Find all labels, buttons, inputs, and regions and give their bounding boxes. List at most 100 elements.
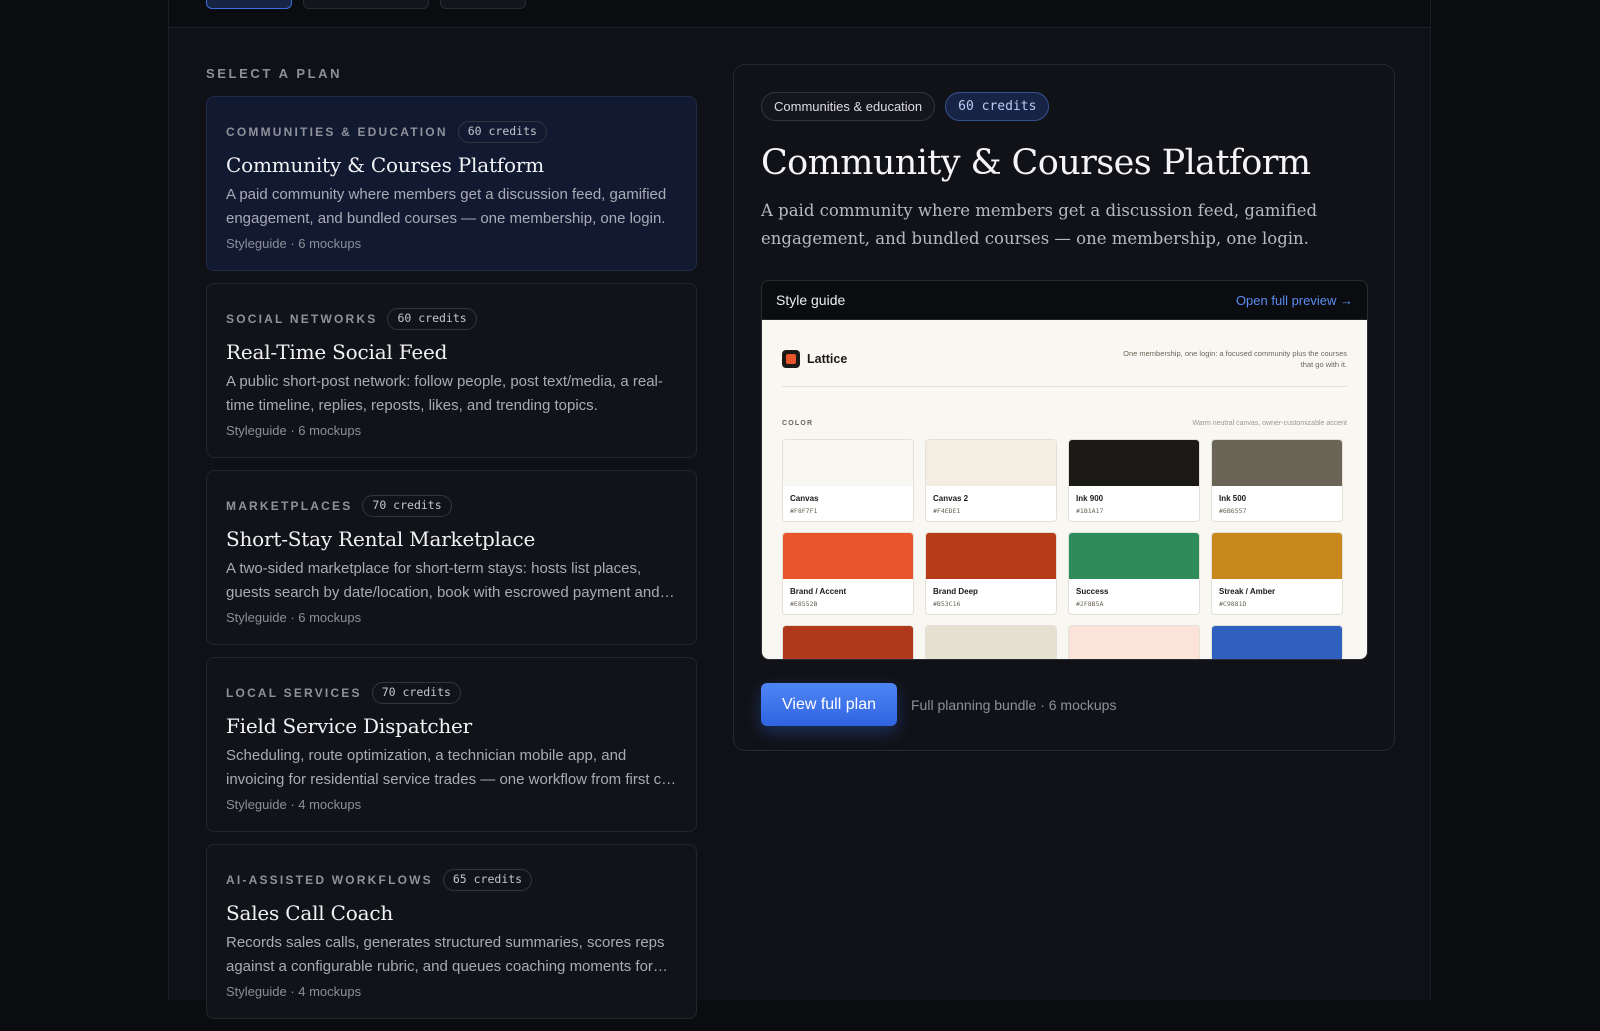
plan-description: Records sales calls, generates structure… <box>226 934 665 975</box>
color-swatch: Canvas #F8F7F1 <box>782 439 914 522</box>
plan-card-header: AI-ASSISTED WORKFLOWS 65 credits <box>226 845 677 895</box>
swatch-hex: #1B1A17 <box>1076 507 1104 515</box>
detail-chips: Communities & education 60 credits <box>761 92 1367 121</box>
swatch-name: Success <box>1076 587 1109 596</box>
swatch-name: Streak / Amber <box>1219 587 1276 596</box>
plan-card[interactable]: LOCAL SERVICES 70 credits Field Service Di… <box>206 657 697 832</box>
color-section-header: COLOR Warm neutral canvas, owner-customi… <box>782 420 1347 427</box>
swatch-hex: #E8552B <box>790 600 818 608</box>
plan-card-header: SOCIAL NETWORKS 60 credits <box>226 284 677 334</box>
color-swatch: Success #2F8B5A <box>1068 532 1200 615</box>
tab-secondary[interactable] <box>303 0 429 9</box>
preview-label: Style guide <box>776 292 846 308</box>
plan-title: Short-Stay Rental Marketplace <box>226 527 536 551</box>
brand-name: Lattice <box>807 352 848 366</box>
plan-category: SOCIAL NETWORKS <box>226 312 378 326</box>
swatch-color <box>783 626 913 659</box>
swatch-color <box>1069 533 1199 579</box>
plan-category: COMMUNITIES & EDUCATION <box>226 125 448 139</box>
swatch-color <box>1212 440 1342 486</box>
brand-tagline: One membership, one login: a focused com… <box>1123 349 1347 369</box>
color-swatch: Brand Deep #B53C16 <box>925 532 1057 615</box>
plan-detail-panel: Communities & education 60 credits Commu… <box>733 64 1395 751</box>
plan-card-header: COMMUNITIES & EDUCATION 60 credits <box>226 97 677 147</box>
swatch-hex: #6B6557 <box>1219 507 1247 515</box>
plan-description: A two-sided marketplace for short-term s… <box>226 560 660 601</box>
color-swatch <box>1068 625 1200 659</box>
plan-description: A public short-post network: follow peop… <box>226 373 663 414</box>
credits-badge: 65 credits <box>442 869 533 891</box>
tab-tertiary[interactable] <box>440 0 526 9</box>
color-swatch: Ink 900 #1B1A17 <box>1068 439 1200 522</box>
credits-chip: 60 credits <box>945 92 1050 121</box>
plan-card[interactable]: AI-ASSISTED WORKFLOWS 65 credits Sales Cal… <box>206 844 697 1019</box>
swatch-color <box>926 440 1056 486</box>
swatch-color <box>1212 533 1342 579</box>
credits-badge: 70 credits <box>371 682 461 704</box>
plan-list: COMMUNITIES & EDUCATION 60 credits Communi… <box>206 96 697 1031</box>
swatch-hex: #2F8B5A <box>1076 600 1104 608</box>
view-full-plan-button[interactable]: View full plan <box>761 683 897 726</box>
plan-title: Real-Time Social Feed <box>226 340 448 364</box>
style-guide-brand: Lattice <box>782 348 847 368</box>
credits-badge: 60 credits <box>457 121 547 143</box>
swatch-name: Ink 900 <box>1076 494 1104 503</box>
swatch-color <box>926 626 1056 659</box>
plan-category: AI-ASSISTED WORKFLOWS <box>226 873 433 887</box>
swatch-name: Brand Deep <box>933 587 978 596</box>
open-full-preview-link[interactable]: Open full preview → <box>1236 293 1353 308</box>
plan-meta: Styleguide · 6 mockups <box>226 610 362 625</box>
color-swatch-grid: Canvas #F8F7F1 Canvas 2 #F4EDE1 Ink 900 #1B1A… <box>782 439 1347 659</box>
plan-card-header: MARKETPLACES 70 credits <box>226 471 677 521</box>
plan-category: LOCAL SERVICES <box>226 686 362 700</box>
detail-description: A paid community where members get a dis… <box>761 201 1318 248</box>
color-swatch <box>1211 625 1343 659</box>
detail-title: Community & Courses Platform <box>761 143 1311 183</box>
credits-badge: 70 credits <box>362 495 452 517</box>
color-section-title: COLOR <box>782 420 814 427</box>
preview-header: Style guide Open full preview → <box>762 281 1367 320</box>
plan-meta: Styleguide · 6 mockups <box>226 423 362 438</box>
swatch-name: Ink 500 <box>1219 494 1247 503</box>
plan-meta: Styleguide · 6 mockups <box>226 236 362 251</box>
color-section-note: Warm neutral canvas, owner-customizable … <box>1192 420 1347 427</box>
tab-active[interactable] <box>206 0 292 9</box>
plan-title: Community & Courses Platform <box>226 153 544 177</box>
style-guide-preview: Style guide Open full preview → Lattice … <box>761 280 1368 660</box>
swatch-hex: #B53C16 <box>933 600 961 608</box>
plan-title: Sales Call Coach <box>226 901 394 925</box>
swatch-color <box>1069 626 1199 659</box>
swatch-color <box>783 533 913 579</box>
color-swatch <box>782 625 914 659</box>
swatch-color <box>926 533 1056 579</box>
style-guide-header: Lattice One membership, one login: a foc… <box>782 320 1347 387</box>
plan-category: MARKETPLACES <box>226 499 353 513</box>
plan-card[interactable]: SOCIAL NETWORKS 60 credits Real-Time Socia… <box>206 283 697 458</box>
style-guide-canvas: Lattice One membership, one login: a foc… <box>762 320 1367 659</box>
plan-meta: Styleguide · 4 mockups <box>226 984 362 999</box>
app-frame: SELECT A PLAN COMMUNITIES & EDUCATION 60 … <box>168 0 1431 1019</box>
plan-meta: Styleguide · 4 mockups <box>226 797 362 812</box>
color-swatch: Streak / Amber #C9881D <box>1211 532 1343 615</box>
plan-title: Field Service Dispatcher <box>226 714 472 738</box>
color-swatch: Brand / Accent #E8552B <box>782 532 914 615</box>
color-swatch <box>925 625 1057 659</box>
category-chip: Communities & education <box>761 92 936 121</box>
swatch-name: Canvas 2 <box>933 494 969 503</box>
color-swatch: Canvas 2 #F4EDE1 <box>925 439 1057 522</box>
swatch-name: Brand / Accent <box>790 587 847 596</box>
plan-description: A paid community where members get a dis… <box>226 186 667 227</box>
plan-description: Scheduling, route optimization, a techni… <box>226 747 677 788</box>
top-tab-bar <box>169 0 1430 28</box>
swatch-color <box>1069 440 1199 486</box>
plan-card-header: LOCAL SERVICES 70 credits <box>226 658 677 708</box>
plan-card[interactable]: COMMUNITIES & EDUCATION 60 credits Communi… <box>206 96 697 271</box>
color-swatch: Ink 500 #6B6557 <box>1211 439 1343 522</box>
swatch-color <box>783 440 913 486</box>
bundle-meta: Full planning bundle · 6 mockups <box>911 696 1117 713</box>
plan-card[interactable]: MARKETPLACES 70 credits Short-Stay Rental … <box>206 470 697 645</box>
swatch-hex: #F4EDE1 <box>933 507 961 515</box>
swatch-hex: #F8F7F1 <box>790 507 818 515</box>
credits-badge: 60 credits <box>387 308 477 330</box>
swatch-color <box>1212 626 1342 659</box>
